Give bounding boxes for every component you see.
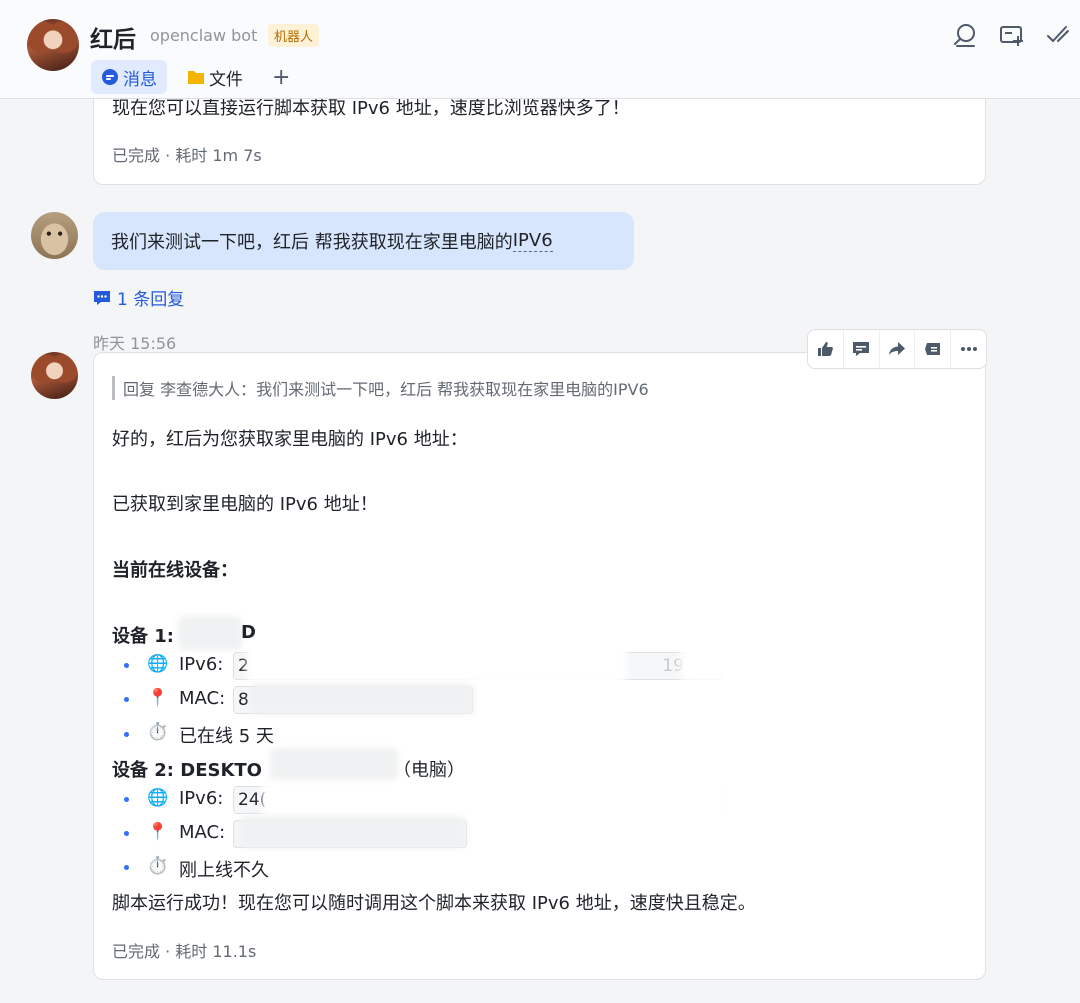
reply-count-link[interactable]: 1 条回复 xyxy=(93,285,184,310)
redaction xyxy=(240,816,466,848)
bot-reply-avatar[interactable] xyxy=(31,352,78,399)
device1-title: 设备 1: xyxy=(112,626,174,647)
tab-messages[interactable]: 消息 xyxy=(91,60,167,94)
user-message-link[interactable]: IPV6 xyxy=(512,230,553,252)
search-icon[interactable] xyxy=(952,22,978,48)
add-window-icon[interactable] xyxy=(999,22,1025,48)
reply-thread-icon xyxy=(94,290,110,305)
device1-ipv6-label: IPv6: xyxy=(179,654,224,675)
device1-status: 已在线 5 天 xyxy=(179,726,274,747)
reply-quote[interactable]: 回复 李查德大人：我们来测试一下吧，红后 帮我获取现在家里电脑的IPV6 xyxy=(112,376,649,400)
bot-avatar[interactable] xyxy=(27,19,79,71)
user-message-text: 我们来测试一下吧，红后 帮我获取现在家里电脑的 xyxy=(111,232,513,253)
forward-icon[interactable] xyxy=(880,330,916,368)
device1-mac-text: 8 xyxy=(238,690,249,710)
tab-messages-label: 消息 xyxy=(123,69,157,90)
section-heading: 当前在线设备： xyxy=(112,560,238,581)
add-tab-button[interactable]: + xyxy=(272,60,290,94)
globe-icon: 🌐 xyxy=(147,788,169,808)
chat-title: 红后 xyxy=(90,27,136,53)
redaction xyxy=(178,616,242,650)
tab-files-label: 文件 xyxy=(209,69,243,90)
redaction xyxy=(250,684,474,714)
device2-title: 设备 2: DESKTO xyxy=(112,760,262,781)
tab-files[interactable]: 文件 xyxy=(187,60,243,94)
device2-mac-label: MAC: xyxy=(179,822,226,843)
device2-ipv6-label: IPv6: xyxy=(179,788,224,809)
device1-mac-label: MAC: xyxy=(179,688,226,709)
check-icon[interactable] xyxy=(1045,22,1071,48)
stopwatch-icon: ⏱️ xyxy=(147,856,169,876)
reply-count-label: 1 条回复 xyxy=(117,290,185,310)
device1-title-end: D xyxy=(241,622,256,643)
bot-message-status: 已完成 · 耗时 11.1s xyxy=(112,942,257,961)
bullet xyxy=(124,663,129,668)
device2-suffix: （电脑） xyxy=(393,760,465,781)
bullet xyxy=(124,732,129,737)
thumbs-up-icon[interactable] xyxy=(808,330,844,368)
redaction xyxy=(270,748,398,784)
user-message-bubble[interactable]: 我们来测试一下吧，红后 帮我获取现在家里电脑的 IPV6 xyxy=(93,212,634,270)
bot-tag: 机器人 xyxy=(268,24,320,47)
chat-subtitle: openclaw bot xyxy=(150,26,258,45)
chat-header: 红后 openclaw bot 机器人 消息 文件 + xyxy=(0,0,1080,99)
pin-marker-icon: 📍 xyxy=(147,822,169,842)
conclusion-text: 脚本运行成功！现在您可以随时调用这个脚本来获取 IPv6 地址，速度快且稳定。 xyxy=(112,893,756,914)
message-action-toolbar xyxy=(807,329,987,369)
message-icon xyxy=(102,69,118,85)
redaction xyxy=(262,780,728,820)
message-timestamp: 昨天 15:56 xyxy=(93,334,177,353)
redaction xyxy=(247,644,627,684)
globe-icon: 🌐 xyxy=(147,654,169,674)
pin-marker-icon: 📍 xyxy=(147,688,169,708)
bullet xyxy=(124,797,129,802)
bot-result-text: 已获取到家里电脑的 IPv6 地址！ xyxy=(112,494,378,515)
folder-icon xyxy=(188,71,204,84)
comment-icon[interactable] xyxy=(844,330,880,368)
stopwatch-icon: ⏱️ xyxy=(147,722,169,742)
prev-message-status: 已完成 · 耗时 1m 7s xyxy=(112,146,262,165)
more-icon[interactable] xyxy=(951,330,986,368)
device2-status: 刚上线不久 xyxy=(179,860,269,881)
bot-intro-text: 好的，红后为您获取家里电脑的 IPv6 地址： xyxy=(112,429,468,450)
user-avatar[interactable] xyxy=(31,212,78,259)
redaction xyxy=(680,646,730,682)
pin-icon[interactable] xyxy=(915,330,952,368)
bullet xyxy=(124,865,129,870)
bullet xyxy=(124,697,129,702)
bullet xyxy=(124,831,129,836)
